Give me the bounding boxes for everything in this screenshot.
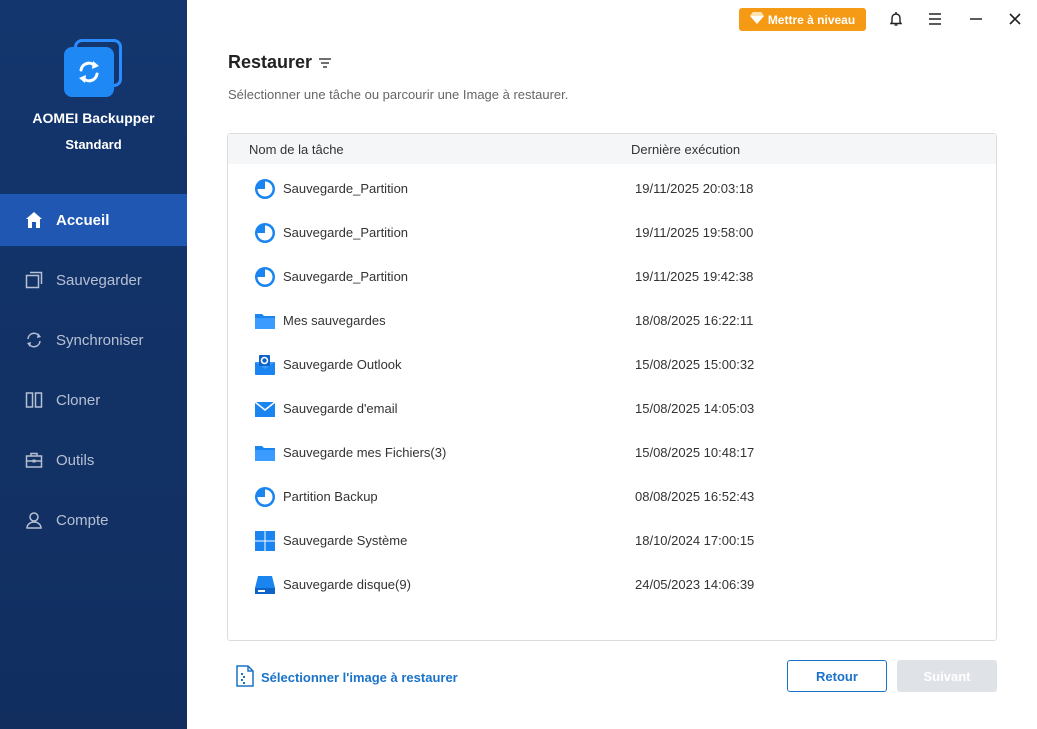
app-name: AOMEI Backupper — [32, 110, 155, 126]
partition-icon — [254, 222, 276, 244]
table-row[interactable]: Sauvegarde_Partition 19/11/2025 19:58:00 — [228, 211, 996, 255]
task-table: Nom de la tâche Dernière exécution Sauve… — [227, 133, 997, 641]
partition-icon — [254, 178, 276, 200]
table-row[interactable]: Mes sauvegardes 18/08/2025 16:22:11 — [228, 299, 996, 343]
outlook-icon — [254, 354, 276, 376]
task-date: 24/05/2023 14:06:39 — [635, 577, 755, 592]
nav-item-label: Synchroniser — [56, 331, 144, 349]
select-image-link[interactable]: Sélectionner l'image à restaurer — [235, 665, 458, 690]
task-date: 19/11/2025 20:03:18 — [635, 181, 754, 196]
app-edition: Standard — [65, 137, 122, 152]
task-name: Sauvegarde_Partition — [283, 181, 409, 196]
filter-icon[interactable] — [318, 56, 332, 68]
select-image-label: Sélectionner l'image à restaurer — [261, 670, 458, 685]
table-row[interactable]: Sauvegarde d'email 15/08/2025 14:05:03 — [228, 387, 996, 431]
nav-item-label: Accueil — [56, 211, 110, 229]
column-header-name[interactable]: Nom de la tâche — [249, 142, 344, 157]
table-row[interactable]: Sauvegarde Système 18/10/2024 17:00:15 — [228, 519, 996, 563]
nav-item-label: Sauvegarder — [56, 271, 142, 289]
task-date: 19/11/2025 19:42:38 — [635, 269, 754, 284]
table-row[interactable]: Sauvegarde disque(9) 24/05/2023 14:06:39 — [228, 563, 996, 607]
task-date: 18/08/2025 16:22:11 — [635, 313, 754, 328]
file-image-icon — [235, 665, 255, 690]
nav-item-outils[interactable]: Outils — [0, 434, 187, 486]
task-name: Partition Backup — [283, 489, 378, 504]
menu-icon[interactable] — [926, 10, 944, 28]
task-date: 15/08/2025 14:05:03 — [635, 401, 755, 416]
task-name: Sauvegarde mes Fichiers(3) — [283, 445, 447, 460]
folder-icon — [254, 310, 276, 332]
upgrade-label: Mettre à niveau — [767, 12, 856, 27]
task-date: 08/08/2025 16:52:43 — [635, 489, 755, 504]
table-header: Nom de la tâche Dernière exécution — [228, 134, 996, 164]
email-icon — [254, 398, 276, 420]
task-date: 15/08/2025 10:48:17 — [635, 445, 755, 460]
page-title: Restaurer — [228, 52, 313, 72]
task-date: 19/11/2025 19:58:00 — [635, 225, 754, 240]
nav-item-label: Cloner — [56, 391, 101, 409]
task-name: Sauvegarde Outlook — [283, 357, 402, 372]
nav-item-cloner[interactable]: Cloner — [0, 374, 187, 426]
upgrade-button[interactable]: Mettre à niveau — [739, 8, 866, 31]
sidebar: AOMEI Backupper Standard Accueil Sauvega… — [0, 0, 187, 729]
nav-item-sauvegarder[interactable]: Sauvegarder — [0, 254, 187, 306]
nav-item-accueil[interactable]: Accueil — [0, 194, 187, 246]
task-name: Sauvegarde_Partition — [283, 269, 409, 284]
nav-item-label: Compte — [56, 511, 109, 529]
clone-icon — [24, 390, 44, 410]
task-date: 15/08/2025 15:00:32 — [635, 357, 755, 372]
tools-icon — [24, 450, 44, 470]
column-header-date[interactable]: Dernière exécution — [631, 142, 740, 157]
diamond-icon — [749, 12, 764, 27]
table-row[interactable]: Sauvegarde_Partition 19/11/2025 20:03:18 — [228, 167, 996, 211]
task-name: Sauvegarde disque(9) — [283, 577, 411, 592]
minimize-icon[interactable] — [967, 10, 985, 28]
nav-item-label: Outils — [56, 451, 95, 469]
table-row[interactable]: Sauvegarde mes Fichiers(3) 15/08/2025 10… — [228, 431, 996, 475]
close-icon[interactable] — [1006, 10, 1024, 28]
nav-item-compte[interactable]: Compte — [0, 494, 187, 546]
folder-icon — [254, 442, 276, 464]
windows-icon — [254, 530, 276, 552]
partition-icon — [254, 266, 276, 288]
back-button[interactable]: Retour — [787, 660, 887, 692]
nav-item-synchroniser[interactable]: Synchroniser — [0, 314, 187, 366]
table-row[interactable]: Sauvegarde_Partition 19/11/2025 19:42:38 — [228, 255, 996, 299]
task-name: Sauvegarde_Partition — [283, 225, 409, 240]
task-name: Sauvegarde Système — [283, 533, 408, 548]
backup-icon — [24, 270, 44, 290]
partition-icon — [254, 486, 276, 508]
bell-icon[interactable] — [887, 10, 905, 28]
disk-icon — [254, 574, 276, 596]
sync-icon — [24, 330, 44, 350]
task-date: 18/10/2024 17:00:15 — [635, 533, 755, 548]
table-row[interactable]: Partition Backup 08/08/2025 16:52:43 — [228, 475, 996, 519]
task-name: Sauvegarde d'email — [283, 401, 398, 416]
page-subtitle: Sélectionner une tâche ou parcourir une … — [228, 87, 569, 102]
home-icon — [24, 210, 44, 230]
next-button[interactable]: Suivant — [897, 660, 997, 692]
user-icon — [24, 510, 44, 530]
app-logo-icon — [64, 39, 122, 97]
task-name: Mes sauvegardes — [283, 313, 386, 328]
table-row[interactable]: Sauvegarde Outlook 15/08/2025 15:00:32 — [228, 343, 996, 387]
